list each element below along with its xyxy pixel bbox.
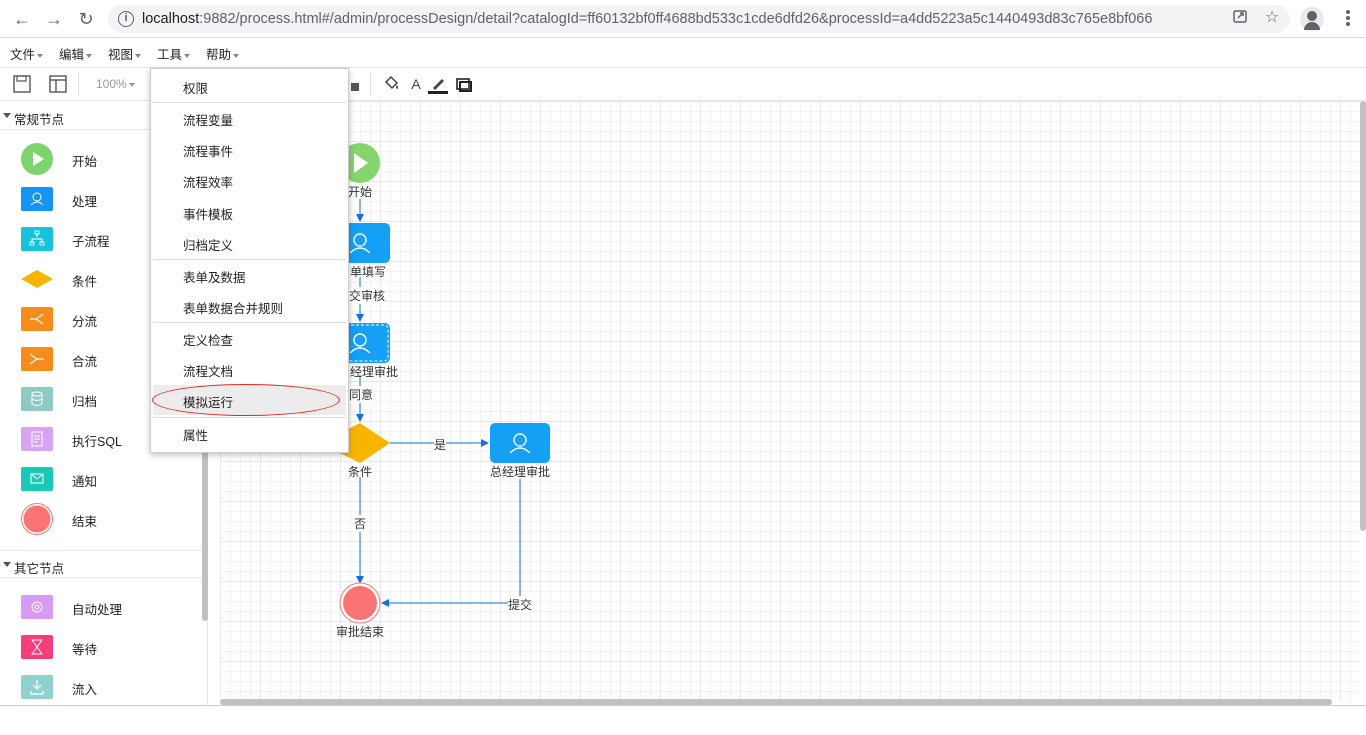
merge-icon [21,347,53,371]
shadow-icon[interactable] [454,74,474,94]
save-icon[interactable] [12,74,32,94]
section-other-nodes[interactable]: 其它节点 [0,550,207,578]
menu-item-permissions[interactable]: 权限 [153,71,346,101]
arrow-right-icon[interactable]: → [44,9,64,29]
label-condition: 条件 [348,465,373,479]
menu-item-event-templates[interactable]: 事件模板 [153,197,346,227]
menu-item-forms-and-data[interactable]: 表单及数据 [153,260,346,290]
notify-icon [21,467,53,491]
wait-icon [21,635,53,659]
diagram-canvas[interactable]: 开始 单填写 交审核 经理审批 同意 是 条件 总经理审批 否 提交 审批结束 [220,101,1360,701]
subprocess-icon [21,227,53,251]
menu-bar: 文件 编辑 视图 工具 帮助 [0,38,1366,66]
menu-item-process-variables[interactable]: 流程变量 [153,103,346,133]
share-icon[interactable] [1230,8,1250,28]
node-notify[interactable]: 通知 [0,459,200,499]
font-color-icon[interactable]: A [406,74,426,94]
auto-process-icon [21,595,53,619]
node-auto-process[interactable]: 自动处理 [0,587,200,627]
label-submit-review: 交审核 [349,287,386,304]
label-yes: 是 [434,436,447,453]
node-end[interactable]: 结束 [0,499,200,539]
reload-icon[interactable]: ↻ [76,9,96,29]
menu-item-archive-definition[interactable]: 归档定义 [153,228,346,258]
node-wait[interactable]: 等待 [0,627,200,667]
menu-item-definition-check[interactable]: 定义检查 [153,323,346,353]
format-panel-icon[interactable] [48,74,68,94]
menu-item-simulate-run[interactable]: 模拟运行 [153,385,346,415]
label-manager-approve: 经理审批 [350,365,399,379]
menu-file[interactable]: 文件 [10,44,44,63]
inflow-icon [21,675,53,699]
archive-icon [21,387,53,411]
info-icon[interactable]: i [118,11,134,27]
url-text[interactable]: localhost:9882/process.html#/admin/proce… [142,11,1152,27]
menu-tools[interactable]: 工具 [157,44,191,63]
line-color-icon[interactable] [428,74,448,94]
star-icon[interactable]: ☆ [1262,8,1282,28]
node-inflow[interactable]: 流入 [0,667,200,705]
condition-icon [21,270,53,288]
label-no: 否 [354,515,367,532]
user-task-icon [21,187,53,211]
menu-edit[interactable]: 编辑 [59,44,93,63]
browser-toolbar: ← → ↻ i localhost:9882/process.html#/adm… [0,0,1366,38]
menu-item-process-events[interactable]: 流程事件 [153,134,346,164]
label-end: 审批结束 [336,625,385,639]
diagram-task-gm-approve[interactable] [490,423,550,463]
menu-help[interactable]: 帮助 [206,44,240,63]
label-fill-form: 单填写 [350,265,387,279]
menu-view[interactable]: 视图 [108,44,142,63]
arrow-left-icon[interactable]: ← [12,9,32,29]
menu-dots-icon[interactable] [1340,8,1356,28]
sql-icon [21,427,53,451]
menu-item-properties[interactable]: 属性 [153,418,346,448]
label-submit: 提交 [508,596,533,613]
profile-icon[interactable] [1300,7,1324,31]
diagram-end-node[interactable] [339,582,381,624]
menu-item-process-docs[interactable]: 流程文档 [153,354,346,384]
label-agree: 同意 [349,386,374,403]
address-bar[interactable]: i localhost:9882/process.html#/admin/pro… [108,5,1290,33]
menu-item-process-efficiency[interactable]: 流程效率 [153,165,346,195]
arrange-icon[interactable] [348,74,368,94]
end-icon [21,503,53,535]
start-icon [21,143,53,175]
menu-item-form-merge-rules[interactable]: 表单数据合并规则 [153,291,346,321]
label-start: 开始 [348,185,373,199]
canvas-vertical-scrollbar[interactable] [1360,101,1366,531]
split-icon [21,307,53,331]
label-gm-approve: 总经理审批 [490,465,551,479]
tools-dropdown-menu: 权限 流程变量 流程事件 流程效率 事件模板 归档定义 表单及数据 表单数据合并… [150,68,349,453]
fill-color-icon[interactable] [382,74,402,94]
edge-gm-to-end[interactable] [381,479,521,607]
zoom-select[interactable]: 100% [96,77,135,91]
bottom-bar [0,705,1366,735]
